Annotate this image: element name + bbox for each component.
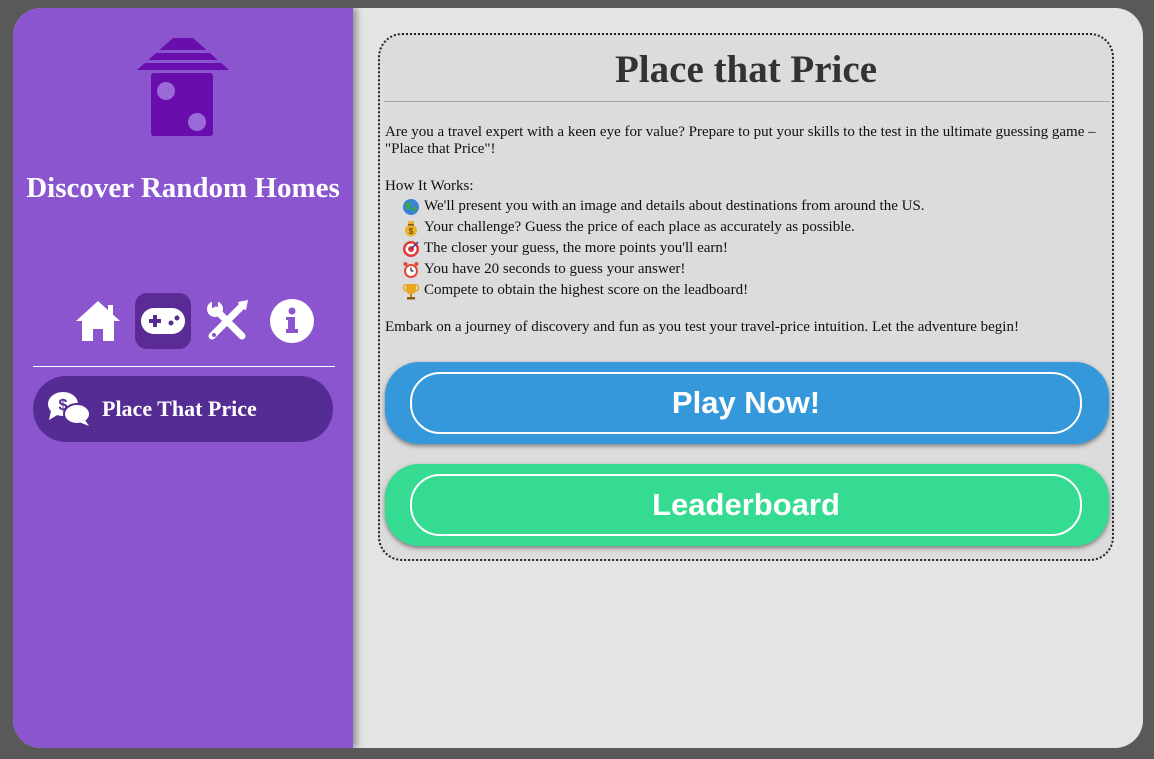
sidebar-item-place-that-price[interactable]: $ Place That Price (33, 376, 333, 442)
svg-text:$: $ (409, 227, 414, 236)
intro-text: Are you a travel expert with a keen eye … (385, 124, 1096, 157)
globe-emoji (403, 198, 419, 215)
svg-text:$: $ (59, 397, 68, 414)
nav-tools[interactable] (199, 293, 255, 349)
tools-icon (207, 300, 248, 340)
site-title: Discover Random Homes (26, 172, 340, 204)
nav-home[interactable] (70, 293, 126, 349)
list-item: The closer your guess, the more points y… (402, 238, 925, 259)
play-now-label: Play Now! (410, 372, 1082, 434)
trophy-emoji (402, 283, 420, 299)
sidebar-item-label: Place That Price (102, 396, 257, 421)
house-dice-logo[interactable] (137, 38, 229, 136)
nav-info[interactable] (264, 293, 320, 349)
list-item: You have 20 seconds to guess your answer… (402, 259, 925, 280)
how-it-works-list: We'll present you with an image and deta… (402, 196, 925, 301)
house-icon (76, 301, 120, 341)
list-item: We'll present you with an image and deta… (402, 196, 925, 217)
page-title: Place that Price (614, 48, 878, 91)
alarm-clock-emoji (403, 261, 419, 278)
price-chat-icon: $ (48, 392, 91, 426)
leaderboard-button[interactable]: Leaderboard (385, 464, 1109, 546)
sidebar-divider (33, 366, 335, 367)
nav-games[interactable] (135, 293, 191, 349)
sidebar: Discover Random Homes $ Place That Price (13, 8, 353, 748)
list-item: $ Your challenge? Guess the price of eac… (402, 217, 925, 238)
game-intro-card: Place that Price Are you a travel expert… (378, 33, 1114, 561)
info-icon (270, 299, 314, 343)
closing-text: Embark on a journey of discovery and fun… (385, 319, 1019, 335)
money-bag-emoji: $ (405, 220, 417, 236)
list-item: Compete to obtain the highest score on t… (402, 280, 925, 301)
app-window: Discover Random Homes $ Place That Price… (13, 8, 1143, 748)
leaderboard-label: Leaderboard (410, 474, 1082, 536)
play-now-button[interactable]: Play Now! (385, 362, 1109, 444)
how-it-works-heading: How It Works: (385, 178, 474, 194)
gamepad-icon (141, 308, 185, 334)
target-emoji (403, 240, 419, 257)
title-divider (384, 101, 1110, 102)
